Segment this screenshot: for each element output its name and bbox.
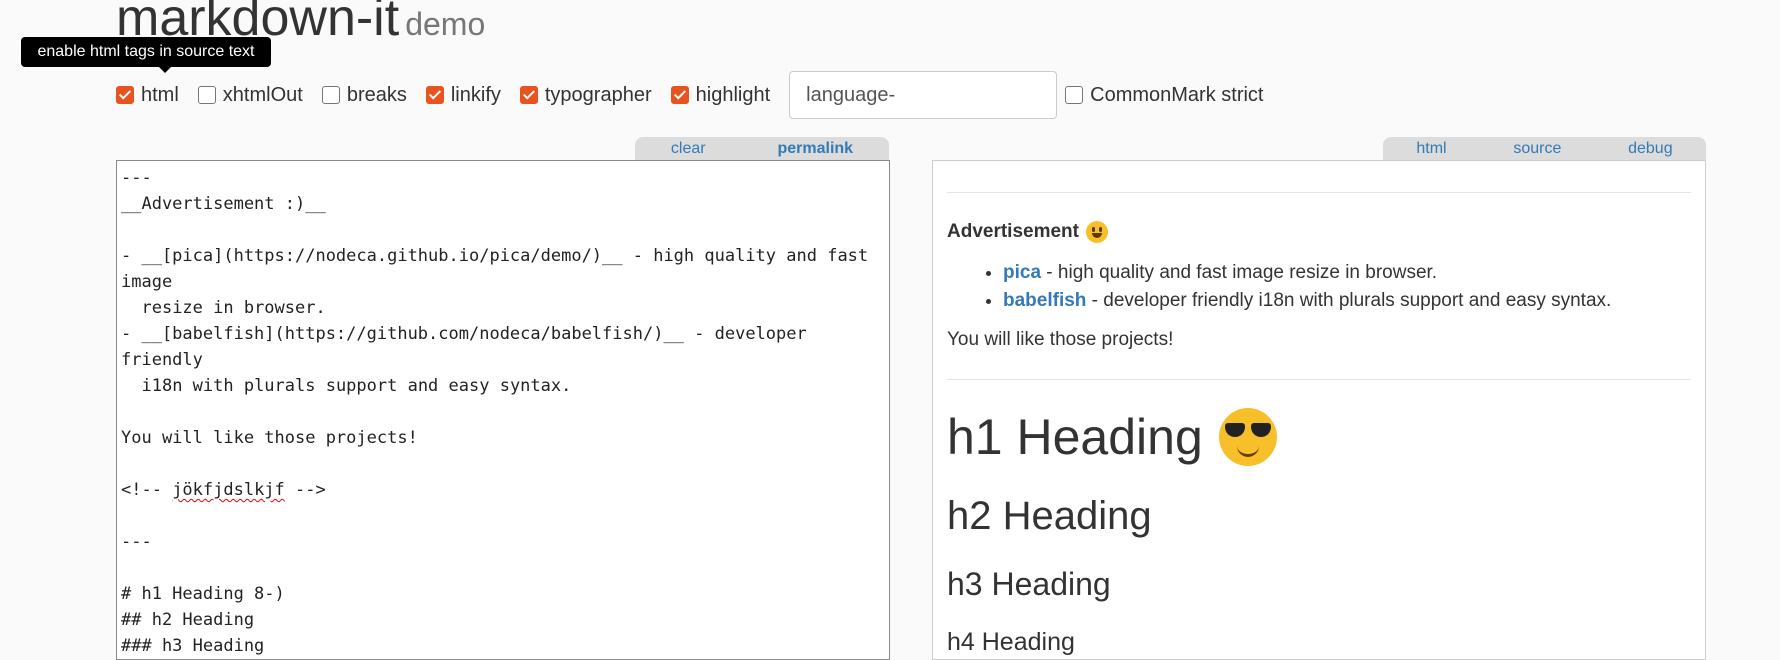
typographer-label: typographer — [544, 83, 652, 106]
highlight-checkbox[interactable] — [670, 86, 689, 104]
rendered-preview: Advertisement pica - high quality and fa… — [932, 160, 1706, 660]
typographer-checkbox[interactable] — [519, 86, 538, 104]
advertisement-heading: Advertisement — [947, 221, 1691, 243]
preview-h2: h2 Heading — [947, 494, 1152, 538]
commonmark-checkbox[interactable] — [1065, 86, 1084, 104]
title-subtitle: demo — [405, 6, 486, 42]
spellcheck-word: jökfjdslkjf — [172, 480, 285, 500]
tab-html[interactable]: html — [1416, 140, 1446, 158]
result-tabs: html source debug — [1383, 137, 1706, 161]
editor-text[interactable]: --- __Advertisement :)__ - __[pica](http… — [117, 161, 889, 659]
markdown-source-editor[interactable]: --- __Advertisement :)__ - __[pica](http… — [116, 160, 890, 660]
option-linkify[interactable]: linkify — [425, 83, 501, 107]
preview-h3: h3 Heading — [947, 566, 1111, 602]
source-tabs: clear permalink — [635, 137, 889, 161]
tab-debug[interactable]: debug — [1628, 140, 1673, 158]
highlight-label: highlight — [695, 83, 771, 106]
preview-h1: h1 Heading — [947, 408, 1691, 466]
smiley-emoji-icon — [1086, 221, 1108, 243]
tooltip-text: enable html tags in source text — [37, 43, 255, 60]
breaks-checkbox[interactable] — [321, 86, 340, 104]
babelfish-link[interactable]: babelfish — [1003, 290, 1086, 311]
option-typographer[interactable]: typographer — [519, 83, 652, 107]
clear-button[interactable]: clear — [671, 140, 706, 158]
linkify-label: linkify — [450, 83, 501, 106]
project-list: pica - high quality and fast image resiz… — [947, 259, 1691, 315]
preview-divider — [947, 379, 1691, 380]
tab-source[interactable]: source — [1513, 140, 1561, 158]
html-checkbox[interactable] — [116, 86, 134, 104]
xhtmlout-checkbox[interactable] — [197, 86, 216, 104]
list-item: pica - high quality and fast image resiz… — [1003, 259, 1691, 287]
xhtmlout-label: xhtmlOut — [222, 83, 303, 106]
permalink-link[interactable]: permalink — [777, 140, 853, 158]
options-bar: html xhtmlOut breaks linkify typographer… — [116, 71, 1283, 119]
language-prefix-input[interactable] — [789, 71, 1058, 119]
option-html[interactable]: html — [116, 84, 179, 107]
list-item: babelfish - developer friendly i18n with… — [1003, 287, 1691, 315]
projects-paragraph: You will like those projects! — [947, 329, 1174, 350]
linkify-checkbox[interactable] — [425, 86, 444, 104]
tooltip: enable html tags in source text — [21, 37, 271, 73]
preview-divider — [947, 192, 1691, 193]
html-label: html — [141, 83, 179, 106]
option-commonmark[interactable]: CommonMark strict — [1065, 83, 1264, 107]
breaks-label: breaks — [346, 83, 407, 106]
commonmark-label: CommonMark strict — [1090, 83, 1264, 106]
pica-link[interactable]: pica — [1003, 262, 1041, 283]
option-xhtmlout[interactable]: xhtmlOut — [197, 83, 303, 107]
option-highlight[interactable]: highlight — [670, 83, 771, 107]
option-breaks[interactable]: breaks — [321, 83, 407, 107]
sunglasses-emoji-icon — [1218, 408, 1277, 466]
preview-h4: h4 Heading — [947, 628, 1075, 656]
